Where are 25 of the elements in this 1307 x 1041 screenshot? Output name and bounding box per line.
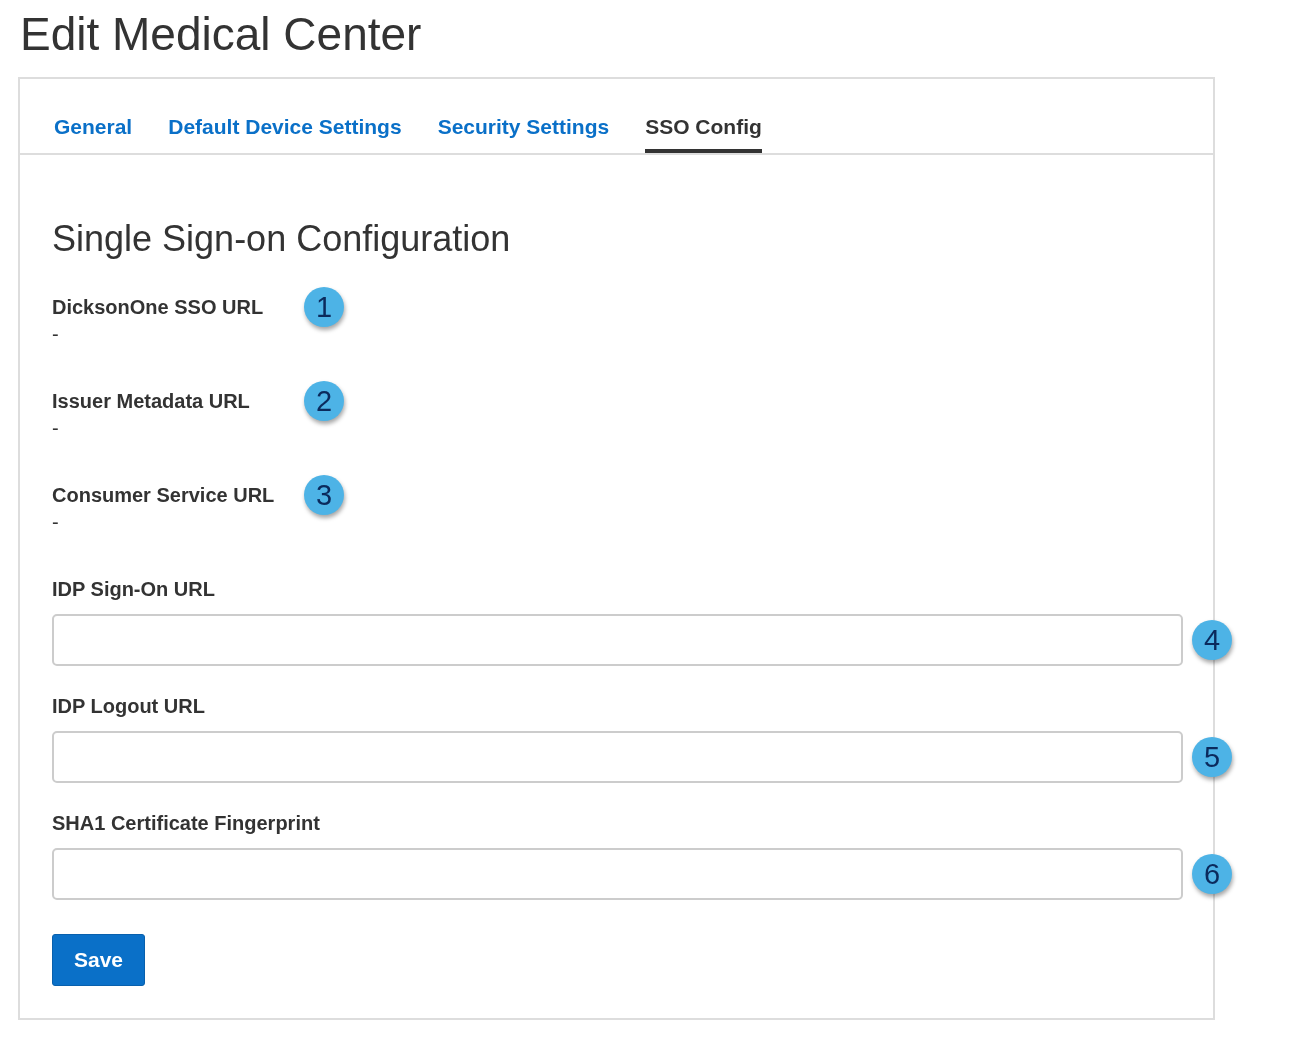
field-label: IDP Logout URL <box>52 694 205 718</box>
input-field[interactable] <box>52 731 1183 783</box>
field-label: SHA1 Certificate Fingerprint <box>52 811 320 835</box>
input-field[interactable] <box>52 848 1183 900</box>
tab[interactable]: SSO Config <box>645 115 762 153</box>
field-label: Consumer Service URL <box>52 483 275 507</box>
tab[interactable]: Default Device Settings <box>168 115 402 153</box>
callout-badge: 4 <box>1192 620 1232 660</box>
field-label: DicksonOne SSO URL <box>52 295 264 319</box>
field-value: - <box>52 416 60 441</box>
tab[interactable]: Security Settings <box>437 115 610 153</box>
field-label: Issuer Metadata URL <box>52 389 250 413</box>
save-button[interactable]: Save <box>52 934 145 986</box>
section-heading: Single Sign-on Configuration <box>52 217 512 261</box>
page-title: Edit Medical Center <box>19 7 423 62</box>
callout-badge: 6 <box>1192 854 1232 894</box>
callout-badge: 1 <box>304 287 344 327</box>
callout-badge: 2 <box>304 381 344 421</box>
field-value: - <box>52 510 60 535</box>
field-value: - <box>52 322 60 347</box>
callout-badge: 5 <box>1192 737 1232 777</box>
callout-badge: 3 <box>304 475 344 515</box>
input-field[interactable] <box>52 614 1183 666</box>
tab[interactable]: General <box>54 115 133 153</box>
field-label: IDP Sign-On URL <box>52 577 215 601</box>
